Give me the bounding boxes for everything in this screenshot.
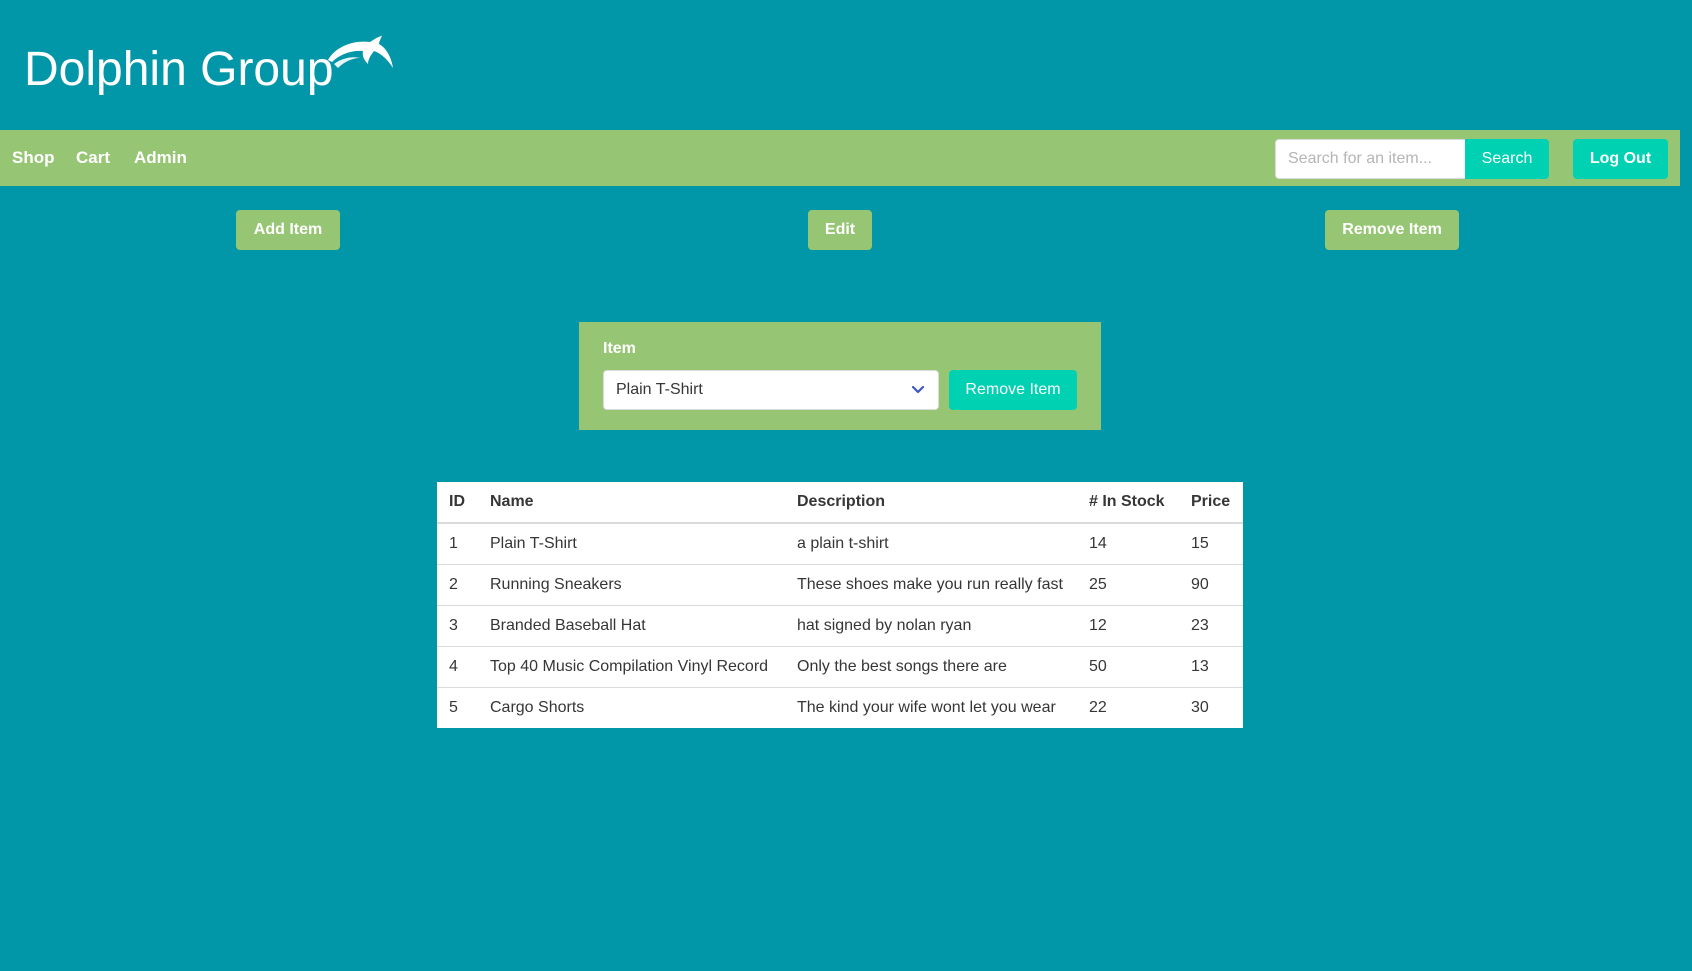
cell-id: 3	[437, 605, 478, 647]
table-row: 2 Running Sneakers These shoes make you …	[437, 564, 1243, 606]
cell-stock: 25	[1077, 564, 1179, 606]
logout-button[interactable]: Log Out	[1573, 139, 1668, 179]
cell-name: Top 40 Music Compilation Vinyl Record	[478, 646, 785, 688]
cell-price: 23	[1179, 605, 1243, 647]
cell-description: These shoes make you run really fast	[785, 564, 1077, 606]
column-header-description: Description	[785, 482, 1077, 524]
cell-price: 13	[1179, 646, 1243, 688]
brand-title: Dolphin Group	[24, 43, 334, 96]
table-row: 1 Plain T-Shirt a plain t-shirt 14 15	[437, 523, 1243, 565]
column-header-stock: # In Stock	[1077, 482, 1179, 524]
cell-price: 90	[1179, 564, 1243, 606]
dolphin-icon	[328, 36, 393, 68]
nav-link-admin[interactable]: Admin	[134, 130, 187, 186]
remove-item-tab-button[interactable]: Remove Item	[1325, 210, 1459, 250]
edit-button[interactable]: Edit	[808, 210, 872, 250]
remove-item-form: Item Plain T-Shirt Remove Item	[579, 322, 1101, 430]
cell-stock: 14	[1077, 523, 1179, 565]
cell-description: Only the best songs there are	[785, 646, 1077, 688]
column-header-id: ID	[437, 482, 478, 524]
items-table: ID Name Description # In Stock Price 1 P…	[437, 482, 1243, 728]
cell-description: The kind your wife wont let you wear	[797, 699, 1056, 716]
cell-name: Branded Baseball Hat	[478, 605, 785, 647]
cell-id: 2	[437, 564, 478, 606]
nav-link-cart[interactable]: Cart	[76, 130, 110, 186]
site-header: Dolphin Group	[0, 0, 1692, 130]
search-button[interactable]: Search	[1465, 139, 1549, 179]
item-select-value: Plain T-Shirt	[616, 381, 703, 398]
nav-link-shop[interactable]: Shop	[12, 130, 55, 186]
table-header-row: ID Name Description # In Stock Price	[437, 482, 1243, 524]
table-row: 4 Top 40 Music Compilation Vinyl Record …	[437, 646, 1243, 688]
cell-id: 1	[437, 523, 478, 565]
cell-id: 5	[449, 699, 458, 716]
column-header-name: Name	[478, 482, 785, 524]
table-row: 3 Branded Baseball Hat hat signed by nol…	[437, 605, 1243, 647]
cell-name: Running Sneakers	[478, 564, 785, 606]
cell-stock: 12	[1077, 605, 1179, 647]
item-field-label: Item	[603, 340, 636, 357]
cell-price: 15	[1179, 523, 1243, 565]
cell-description: a plain t-shirt	[785, 523, 1077, 565]
cell-price: 30	[1191, 699, 1209, 716]
cell-id: 4	[437, 646, 478, 688]
remove-item-submit-button[interactable]: Remove Item	[949, 370, 1077, 410]
cell-description: hat signed by nolan ryan	[785, 605, 1077, 647]
add-item-button[interactable]: Add Item	[236, 210, 340, 250]
cell-name: Plain T-Shirt	[478, 523, 785, 565]
search-input[interactable]	[1275, 139, 1465, 179]
item-select[interactable]: Plain T-Shirt	[603, 370, 939, 410]
chevron-down-icon	[911, 385, 925, 394]
table-row: 5 Cargo Shorts The kind your wife wont l…	[437, 688, 1243, 729]
column-header-price: Price	[1179, 482, 1243, 524]
cell-stock: 22	[1089, 699, 1107, 716]
cell-name: Cargo Shorts	[490, 699, 585, 716]
cell-stock: 50	[1077, 646, 1179, 688]
